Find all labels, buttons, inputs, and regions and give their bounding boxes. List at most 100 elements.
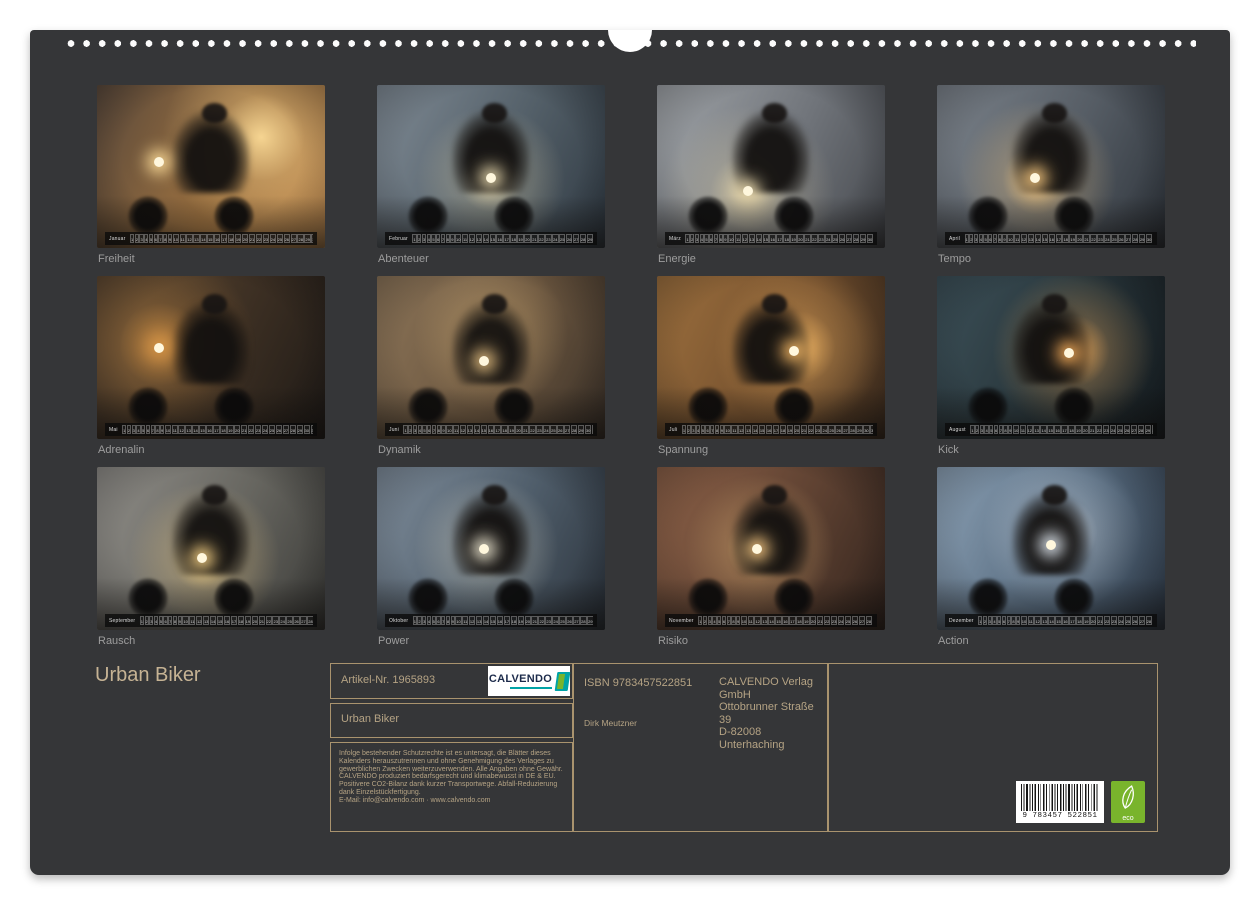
month-caption: Power xyxy=(378,634,605,648)
calendar-strip: April 1234567891011121314151617181920212… xyxy=(945,232,1157,245)
strip-day-cells: 1234567891011121314151617181920212223242… xyxy=(139,616,313,625)
month-thumbnail: August 123456789101112131415161718192021… xyxy=(937,276,1165,467)
month-thumbnail: November 1234567891011121314151617181920… xyxy=(657,467,885,658)
month-caption: Risiko xyxy=(658,634,885,648)
month-thumbnail: Juni 12345678910111213141516171819202122… xyxy=(377,276,605,467)
calendar-strip: Januar 123456789101112131415161718192021… xyxy=(105,232,317,245)
month-caption: Abenteuer xyxy=(378,252,605,266)
month-photo: Juni 12345678910111213141516171819202122… xyxy=(377,276,605,439)
barcode-bars xyxy=(1021,784,1099,811)
month-photo: Juli 12345678910111213141516171819202122… xyxy=(657,276,885,439)
calendar-strip: März 12345678910111213141516171819202122… xyxy=(665,232,877,245)
calvendo-logo: CALVENDO xyxy=(488,666,570,696)
subtitle-box: Urban Biker xyxy=(330,703,573,738)
page-title: Urban Biker xyxy=(95,664,201,687)
month-thumbnail: März 12345678910111213141516171819202122… xyxy=(657,85,885,276)
strip-day-cells: 1234567891011121314151617181920212223242… xyxy=(685,234,873,243)
publisher-address: CALVENDO Verlag GmbH Ottobrunner Straße … xyxy=(719,676,827,751)
strip-day-cells: 1234567891011121314151617181920212223242… xyxy=(698,616,873,625)
strip-day-cells: 1234567891011121314151617181920212223242… xyxy=(412,234,593,243)
author-name: Dirk Meutzner xyxy=(584,718,637,728)
photo-vignette xyxy=(937,85,1165,248)
month-thumbnail: Mai 123456789101112131415161718192021222… xyxy=(97,276,325,467)
strip-month-label: September xyxy=(109,618,135,624)
month-photo: August 123456789101112131415161718192021… xyxy=(937,276,1165,439)
photo-vignette xyxy=(97,85,325,248)
month-caption: Kick xyxy=(938,443,1165,457)
strip-month-label: Juli xyxy=(669,427,677,433)
leaf-icon xyxy=(1117,783,1139,813)
month-caption: Dynamik xyxy=(378,443,605,457)
calendar-strip: Oktober 12345678910111213141516171819202… xyxy=(385,614,597,627)
month-caption: Action xyxy=(938,634,1165,648)
month-photo: Februar 12345678910111213141516171819202… xyxy=(377,85,605,248)
barcode-group: 9 783457 522851 eco xyxy=(1016,781,1145,823)
isbn-publisher-box: ISBN 9783457522851 CALVENDO Verlag GmbH … xyxy=(573,663,828,832)
legal-paragraph-1: Infolge bestehender Schutzrechte ist es … xyxy=(339,750,564,773)
months-grid: Januar 123456789101112131415161718192021… xyxy=(97,85,1165,658)
month-caption: Spannung xyxy=(658,443,885,457)
month-photo: Mai 123456789101112131415161718192021222… xyxy=(97,276,325,439)
strip-day-cells: 1234567891011121314151617181920212223242… xyxy=(978,616,1153,625)
strip-month-label: März xyxy=(669,236,681,242)
publisher-city: D-82008 Unterhaching xyxy=(719,726,827,751)
photo-vignette xyxy=(657,467,885,630)
photo-vignette xyxy=(97,467,325,630)
barcode-box: 9 783457 522851 eco xyxy=(828,663,1158,832)
month-thumbnail: September 123456789101112131415161718192… xyxy=(97,467,325,658)
photo-vignette xyxy=(657,85,885,248)
month-thumbnail: Oktober 12345678910111213141516171819202… xyxy=(377,467,605,658)
month-photo: September 123456789101112131415161718192… xyxy=(97,467,325,630)
calvendo-logo-tagline xyxy=(510,687,552,690)
photo-vignette xyxy=(657,276,885,439)
calendar-strip: Februar 12345678910111213141516171819202… xyxy=(385,232,597,245)
month-thumbnail: April 1234567891011121314151617181920212… xyxy=(937,85,1165,276)
photo-vignette xyxy=(937,467,1165,630)
month-caption: Adrenalin xyxy=(98,443,325,457)
legal-box: Infolge bestehender Schutzrechte ist es … xyxy=(330,742,573,832)
month-thumbnail: Dezember 1234567891011121314151617181920… xyxy=(937,467,1165,658)
photo-vignette xyxy=(97,276,325,439)
calendar-strip: Mai 123456789101112131415161718192021222… xyxy=(105,423,317,436)
calendar-strip: November 1234567891011121314151617181920… xyxy=(665,614,877,627)
photo-vignette xyxy=(377,85,605,248)
calendar-back-board: Januar 123456789101112131415161718192021… xyxy=(30,30,1230,875)
month-photo: Dezember 1234567891011121314151617181920… xyxy=(937,467,1165,630)
calendar-strip: Dezember 1234567891011121314151617181920… xyxy=(945,614,1157,627)
calendar-strip: Juni 12345678910111213141516171819202122… xyxy=(385,423,597,436)
month-caption: Energie xyxy=(658,252,885,266)
publisher-name: CALVENDO Verlag GmbH xyxy=(719,676,827,701)
calendar-strip: Juli 12345678910111213141516171819202122… xyxy=(665,423,877,436)
eco-label: eco xyxy=(1111,815,1145,822)
artikel-number: Artikel-Nr. 1965893 xyxy=(341,674,435,686)
legal-paragraph-2: CALVENDO produziert bedarfsgerecht und k… xyxy=(339,773,564,796)
calendar-strip: August 123456789101112131415161718192021… xyxy=(945,423,1157,436)
strip-day-cells: 1234567891011121314151617181920212223242… xyxy=(970,425,1153,434)
calvendo-book-icon xyxy=(555,672,571,691)
strip-month-label: Juni xyxy=(389,427,399,433)
calvendo-logo-name: CALVENDO xyxy=(489,673,552,685)
month-caption: Rausch xyxy=(98,634,325,648)
eco-logo: eco xyxy=(1111,781,1145,823)
artikel-box: Artikel-Nr. 1965893 CALVENDO xyxy=(330,663,573,699)
month-photo: Oktober 12345678910111213141516171819202… xyxy=(377,467,605,630)
strip-month-label: April xyxy=(949,236,960,242)
strip-month-label: Dezember xyxy=(949,618,974,624)
barcode-digits: 9 783457 522851 xyxy=(1021,812,1099,820)
strip-month-label: August xyxy=(949,427,966,433)
strip-day-cells: 1234567891011121314151617181920212223242… xyxy=(403,425,593,434)
strip-day-cells: 1234567891011121314151617181920212223242… xyxy=(122,425,313,434)
photo-vignette xyxy=(937,276,1165,439)
month-photo: Januar 123456789101112131415161718192021… xyxy=(97,85,325,248)
strip-day-cells: 1234567891011121314151617181920212223242… xyxy=(681,425,873,434)
strip-month-label: Mai xyxy=(109,427,118,433)
month-thumbnail: Juli 12345678910111213141516171819202122… xyxy=(657,276,885,467)
legal-email-line: E-Mail: info@calvendo.com · www.calvendo… xyxy=(339,797,564,805)
month-caption: Freiheit xyxy=(98,252,325,266)
publisher-street: Ottobrunner Straße 39 xyxy=(719,701,827,726)
month-caption: Tempo xyxy=(938,252,1165,266)
ean-barcode: 9 783457 522851 xyxy=(1016,781,1104,823)
strip-month-label: Februar xyxy=(389,236,408,242)
month-photo: März 12345678910111213141516171819202122… xyxy=(657,85,885,248)
month-photo: April 1234567891011121314151617181920212… xyxy=(937,85,1165,248)
